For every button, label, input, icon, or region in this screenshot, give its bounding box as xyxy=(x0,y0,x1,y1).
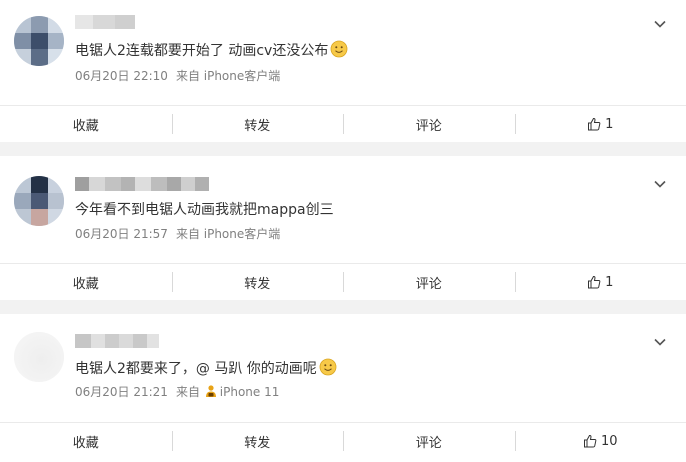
avatar[interactable] xyxy=(14,176,64,226)
like-button[interactable]: 1 xyxy=(514,264,686,300)
comment-card: 今年看不到电锯人动画我就把mappa创三 06月20日 21:57 来自 iPho… xyxy=(0,156,686,300)
collect-button[interactable]: 收藏 xyxy=(0,264,172,300)
comment-source: 来自 iPhone客户端 xyxy=(175,69,281,83)
action-bar: 收藏 转发 评论 1 xyxy=(0,105,686,142)
comment-date: 06月20日 21:57 xyxy=(75,227,168,241)
smile-emoji-icon xyxy=(330,40,348,58)
comment-text: 电锯人2连载都要开始了 动画cv还没公布 xyxy=(75,40,348,61)
comment-source: iPhone 11 xyxy=(219,385,280,399)
action-bar: 收藏 转发 评论 1 xyxy=(0,263,686,300)
comment-meta: 06月20日 21:21 来自 iPhone 11 xyxy=(75,384,279,400)
like-count: 1 xyxy=(605,274,614,290)
comment-text-content: 电锯人2都要来了，@ 马趴 你的动画呢 xyxy=(75,361,317,377)
forward-label: 转发 xyxy=(244,435,271,451)
collect-label: 收藏 xyxy=(72,276,99,292)
collect-button[interactable]: 收藏 xyxy=(0,423,172,459)
comment-text: 今年看不到电锯人动画我就把mappa创三 xyxy=(75,200,334,220)
like-button[interactable]: 1 xyxy=(514,106,686,142)
forward-label: 转发 xyxy=(244,276,271,292)
collect-label: 收藏 xyxy=(72,435,99,451)
username-redacted[interactable] xyxy=(75,334,159,348)
chevron-down-icon[interactable] xyxy=(652,334,668,350)
iphone-badge-icon xyxy=(205,385,216,397)
thumbs-up-icon xyxy=(583,434,597,448)
smile-emoji-icon xyxy=(319,358,337,376)
username-redacted[interactable] xyxy=(75,15,135,29)
comment-meta: 06月20日 22:10 来自 iPhone客户端 xyxy=(75,68,280,84)
comment-text-content: 电锯人2连载都要开始了 动画cv还没公布 xyxy=(75,43,329,59)
comment-button[interactable]: 评论 xyxy=(343,264,515,300)
comment-label: 评论 xyxy=(415,118,442,134)
chevron-down-icon[interactable] xyxy=(652,176,668,192)
comment-text-content: 今年看不到电锯人动画我就把mappa创三 xyxy=(75,202,334,218)
comment-text: 电锯人2都要来了，@ 马趴 你的动画呢 xyxy=(75,358,337,379)
username-redacted[interactable] xyxy=(75,177,209,191)
forward-button[interactable]: 转发 xyxy=(171,423,344,459)
comment-label: 评论 xyxy=(415,276,442,292)
forward-button[interactable]: 转发 xyxy=(171,264,344,300)
comment-date: 06月20日 22:10 xyxy=(75,69,168,83)
comment-button[interactable]: 评论 xyxy=(343,423,515,459)
chevron-down-icon[interactable] xyxy=(652,16,668,32)
comment-button[interactable]: 评论 xyxy=(343,106,515,142)
comment-label: 评论 xyxy=(415,435,442,451)
thumbs-up-icon xyxy=(588,117,601,131)
comment-source-prefix: 来自 xyxy=(175,385,200,399)
comment-card: 电锯人2都要来了，@ 马趴 你的动画呢 06月20日 21:21 来自 iPhon… xyxy=(0,314,686,462)
comment-card: 电锯人2连载都要开始了 动画cv还没公布 06月20日 22:10 来自 iPho… xyxy=(0,0,686,142)
avatar[interactable] xyxy=(14,16,64,66)
like-button[interactable]: 10 xyxy=(514,423,686,459)
avatar[interactable] xyxy=(14,332,64,382)
forward-button[interactable]: 转发 xyxy=(171,106,344,142)
comment-source: 来自 iPhone客户端 xyxy=(175,227,281,241)
comment-feed: 电锯人2连载都要开始了 动画cv还没公布 06月20日 22:10 来自 iPho… xyxy=(0,0,686,462)
comment-meta: 06月20日 21:57 来自 iPhone客户端 xyxy=(75,226,280,242)
thumbs-up-icon xyxy=(588,275,601,289)
action-bar: 收藏 转发 评论 10 xyxy=(0,422,686,459)
forward-label: 转发 xyxy=(244,118,271,134)
collect-label: 收藏 xyxy=(72,118,99,134)
comment-date: 06月20日 21:21 xyxy=(75,385,168,399)
collect-button[interactable]: 收藏 xyxy=(0,106,172,142)
like-count: 10 xyxy=(600,433,618,449)
like-count: 1 xyxy=(605,116,614,132)
